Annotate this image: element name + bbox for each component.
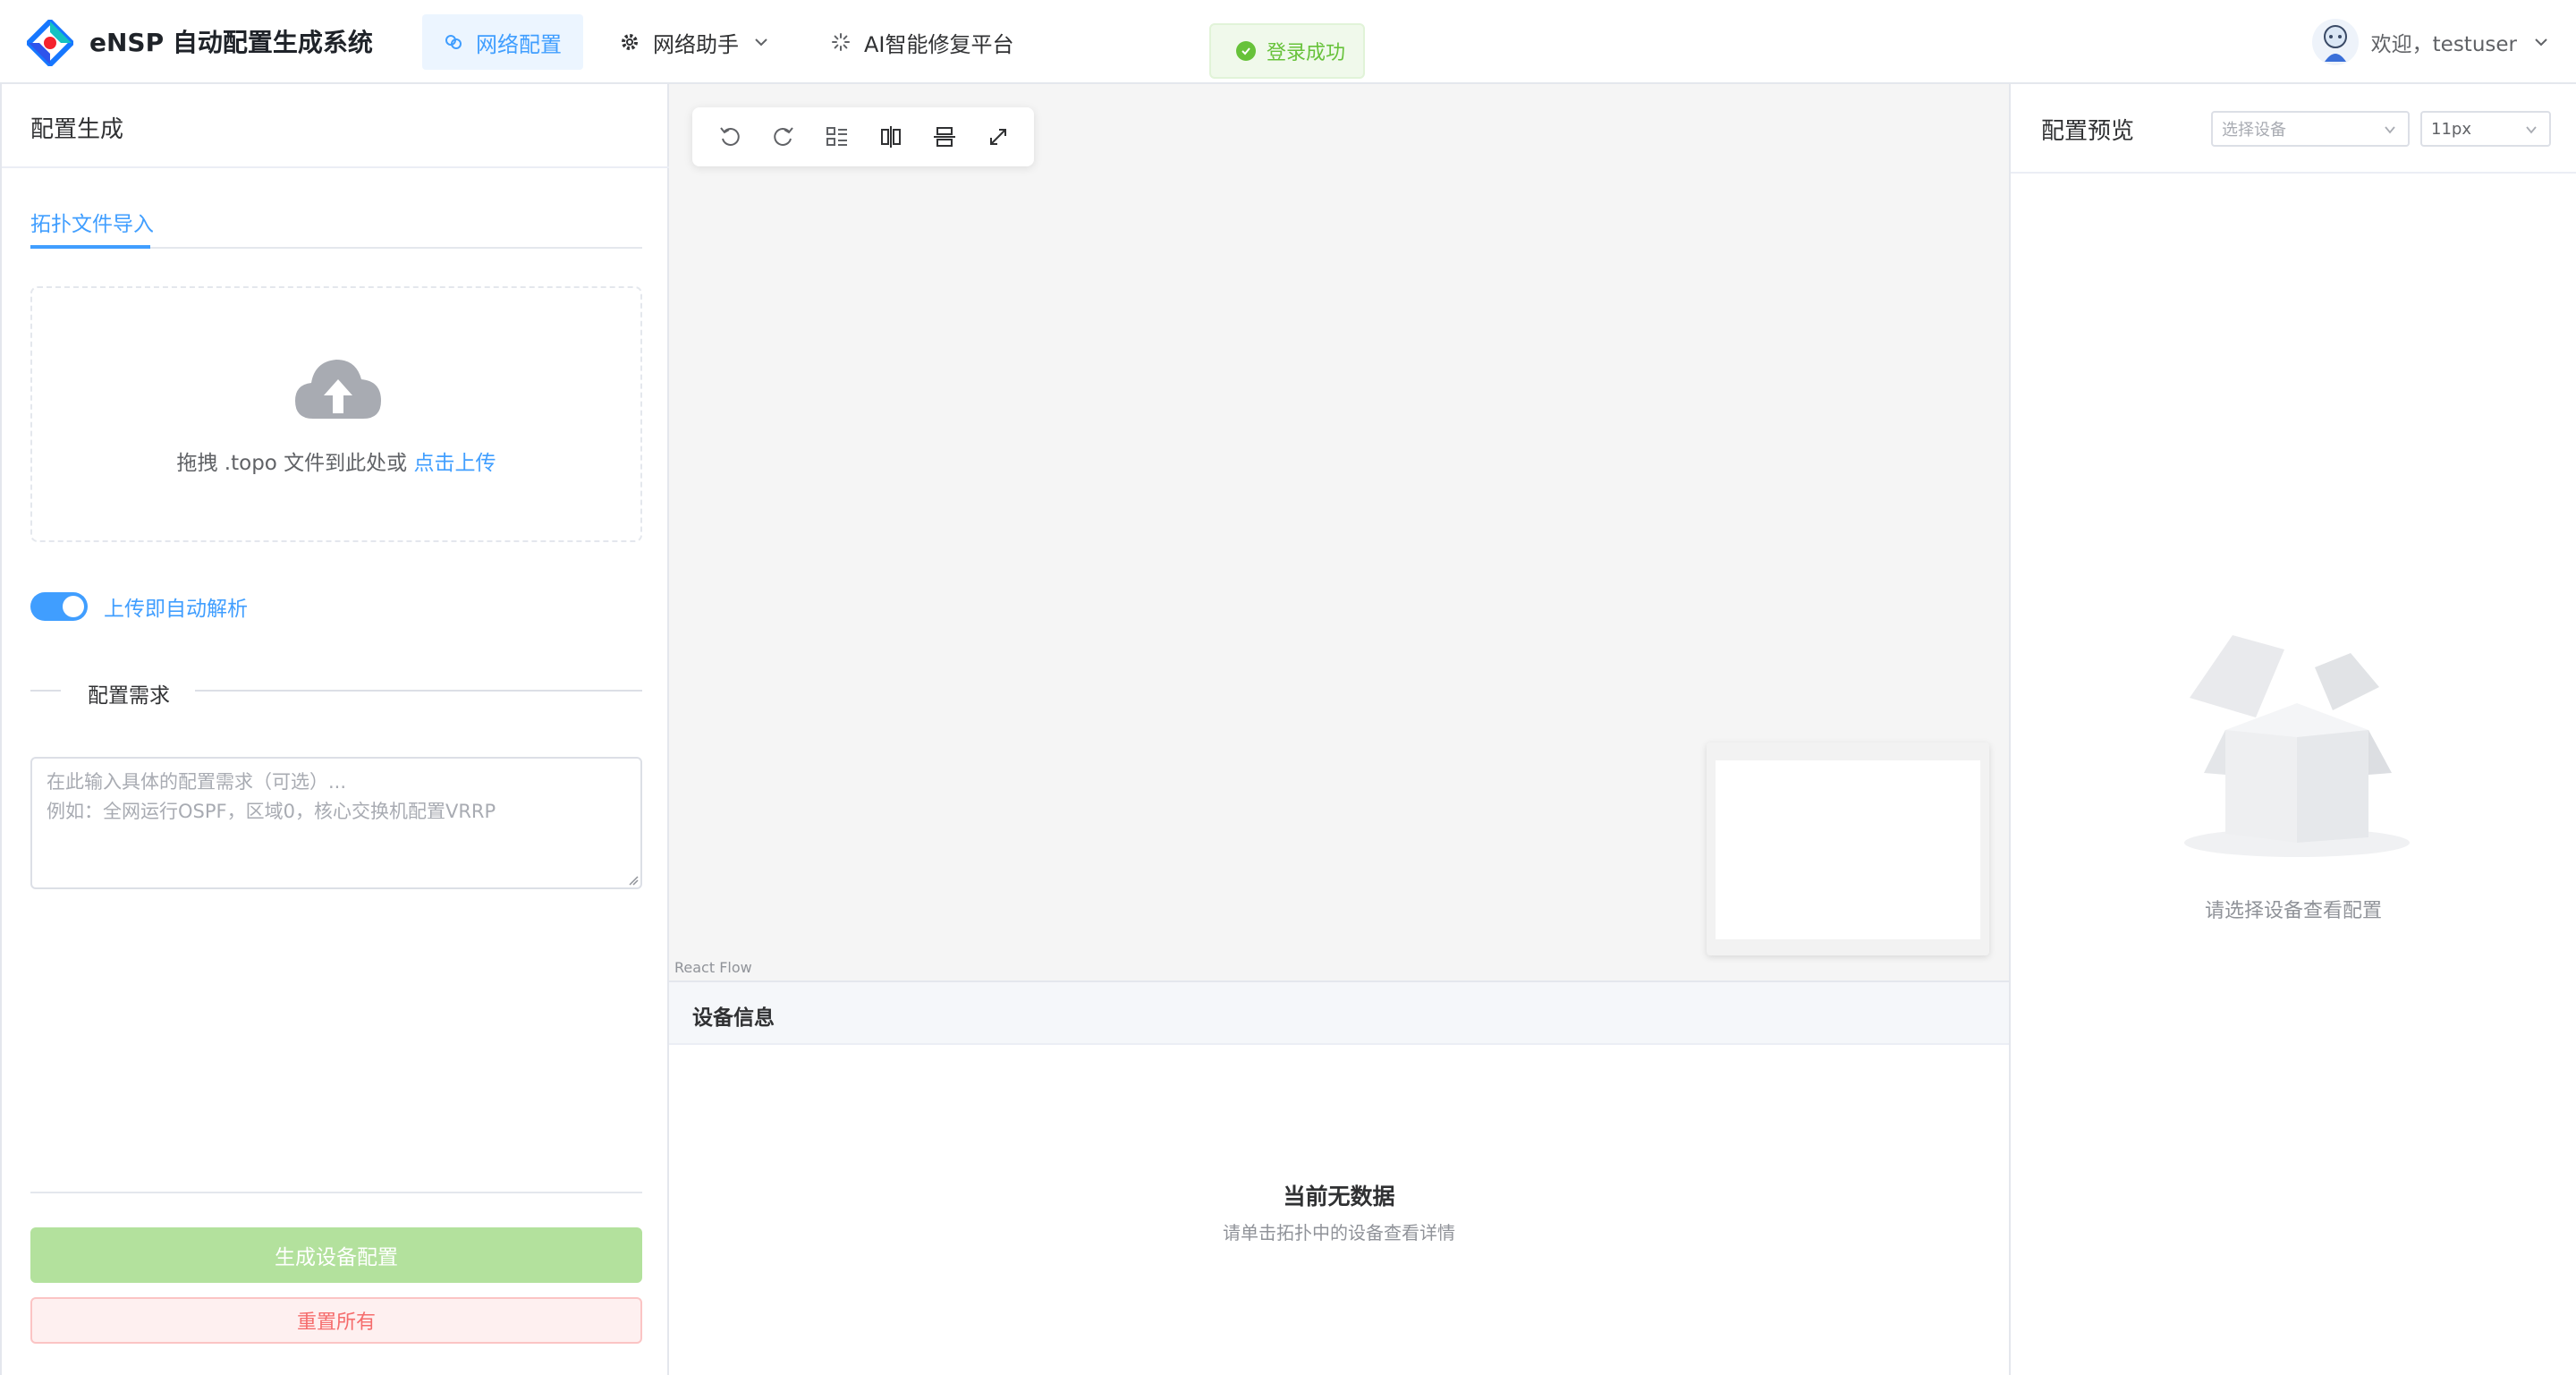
gear-icon bbox=[619, 31, 640, 53]
cloud-upload-icon bbox=[295, 360, 381, 419]
tab-topology-import[interactable]: 拓扑文件导入 bbox=[30, 209, 154, 247]
preview-empty-text: 请选择设备查看配置 bbox=[2204, 900, 2382, 922]
fullscreen-icon[interactable] bbox=[971, 115, 1025, 159]
login-success-toast: 登录成功 bbox=[1209, 23, 1365, 79]
auto-parse-row: 上传即自动解析 bbox=[30, 590, 248, 623]
device-info-header: 设备信息 bbox=[669, 982, 2009, 1045]
panel-title: 配置生成 bbox=[30, 116, 124, 143]
divider-line-right bbox=[195, 690, 642, 692]
divider-line-left bbox=[30, 690, 61, 692]
requirement-textarea[interactable]: 在此输入具体的配置需求（可选）... 例如：全网运行OSPF，区域0，核心交换机… bbox=[30, 757, 642, 889]
upload-text: 拖拽 .topo 文件到此处或 bbox=[176, 452, 414, 475]
click-upload-link[interactable]: 点击上传 bbox=[414, 452, 496, 475]
auto-parse-label: 上传即自动解析 bbox=[104, 598, 248, 621]
placeholder-line-2: 例如：全网运行OSPF，区域0，核心交换机配置VRRP bbox=[47, 801, 496, 822]
app-logo-icon bbox=[27, 20, 73, 66]
device-info-panel: 设备信息 当前无数据 请单击拓扑中的设备查看详情 bbox=[669, 980, 2009, 1375]
font-size-select[interactable]: 11px bbox=[2420, 111, 2551, 147]
device-info-title: 设备信息 bbox=[692, 1006, 775, 1030]
tabs: 拓扑文件导入 bbox=[30, 209, 642, 249]
divider bbox=[2, 166, 669, 168]
welcome-text: 欢迎，testuser bbox=[2370, 33, 2517, 56]
device-select[interactable]: 选择设备 bbox=[2211, 111, 2410, 147]
link-icon bbox=[444, 31, 463, 53]
section-label: 配置需求 bbox=[86, 678, 172, 709]
top-header: eNSP 自动配置生成系统 网络配置 网络助手 AI智能修复平台 登录成功 欢迎… bbox=[0, 0, 2576, 84]
empty-title: 当前无数据 bbox=[1283, 1184, 1395, 1209]
topology-canvas[interactable]: React Flow bbox=[669, 84, 2009, 980]
redo-icon[interactable] bbox=[757, 115, 810, 159]
resize-handle-icon[interactable] bbox=[628, 875, 639, 886]
canvas-toolbar bbox=[692, 107, 1034, 166]
align-horizontal-icon[interactable] bbox=[864, 115, 918, 159]
toggle-knob bbox=[63, 596, 84, 617]
chevron-down-icon bbox=[2526, 126, 2537, 134]
reset-all-button[interactable]: 重置所有 bbox=[30, 1297, 642, 1344]
empty-box-icon bbox=[2184, 635, 2410, 857]
generate-config-button[interactable]: 生成设备配置 bbox=[30, 1227, 642, 1283]
app-title: eNSP 自动配置生成系统 bbox=[89, 28, 373, 57]
config-generation-panel: 配置生成 拓扑文件导入 拖拽 .topo 文件到此处或 点击上传 上传即自动解析… bbox=[0, 84, 669, 1375]
nav-network-config-label: 网络配置 bbox=[476, 31, 562, 57]
avatar bbox=[2311, 19, 2359, 65]
chevron-down-icon bbox=[2385, 126, 2395, 134]
divider bbox=[2011, 172, 2576, 174]
tab-active-indicator bbox=[30, 245, 150, 249]
minimap[interactable] bbox=[1707, 743, 1989, 955]
nav-network-config[interactable]: 网络配置 bbox=[422, 14, 583, 70]
minimap-viewport[interactable] bbox=[1716, 760, 1980, 939]
config-preview-panel: 配置预览 选择设备 11px 请选择设备查看配置 bbox=[2009, 84, 2576, 1375]
upload-dropzone[interactable]: 拖拽 .topo 文件到此处或 点击上传 bbox=[30, 286, 642, 542]
loading-icon bbox=[830, 31, 852, 53]
nav-ai-repair-label: AI智能修复平台 bbox=[864, 31, 1014, 57]
nav-network-assistant-label: 网络助手 bbox=[653, 31, 739, 57]
empty-subtitle: 请单击拓扑中的设备查看详情 bbox=[1223, 1222, 1455, 1243]
upload-instructions: 拖拽 .topo 文件到此处或 点击上传 bbox=[32, 446, 640, 476]
check-circle-icon bbox=[1236, 41, 1256, 61]
user-menu[interactable]: 欢迎，testuser bbox=[2311, 18, 2549, 66]
nav-ai-repair[interactable]: AI智能修复平台 bbox=[809, 14, 1036, 70]
toast-text: 登录成功 bbox=[1267, 42, 1346, 64]
undo-icon[interactable] bbox=[703, 115, 757, 159]
placeholder-line-1: 在此输入具体的配置需求（可选）... bbox=[47, 771, 347, 793]
chevron-down-icon bbox=[753, 34, 769, 50]
chevron-down-icon bbox=[2533, 34, 2549, 50]
align-vertical-icon[interactable] bbox=[918, 115, 971, 159]
preview-title: 配置预览 bbox=[2041, 118, 2135, 145]
layout-icon[interactable] bbox=[810, 115, 864, 159]
nav-network-assistant[interactable]: 网络助手 bbox=[597, 14, 791, 70]
auto-parse-toggle[interactable] bbox=[30, 592, 88, 621]
config-requirement-divider: 配置需求 bbox=[30, 678, 642, 709]
divider bbox=[30, 1192, 642, 1193]
device-select-placeholder: 选择设备 bbox=[2222, 121, 2286, 140]
react-flow-attribution[interactable]: React Flow bbox=[674, 959, 752, 976]
font-size-value: 11px bbox=[2431, 119, 2471, 139]
